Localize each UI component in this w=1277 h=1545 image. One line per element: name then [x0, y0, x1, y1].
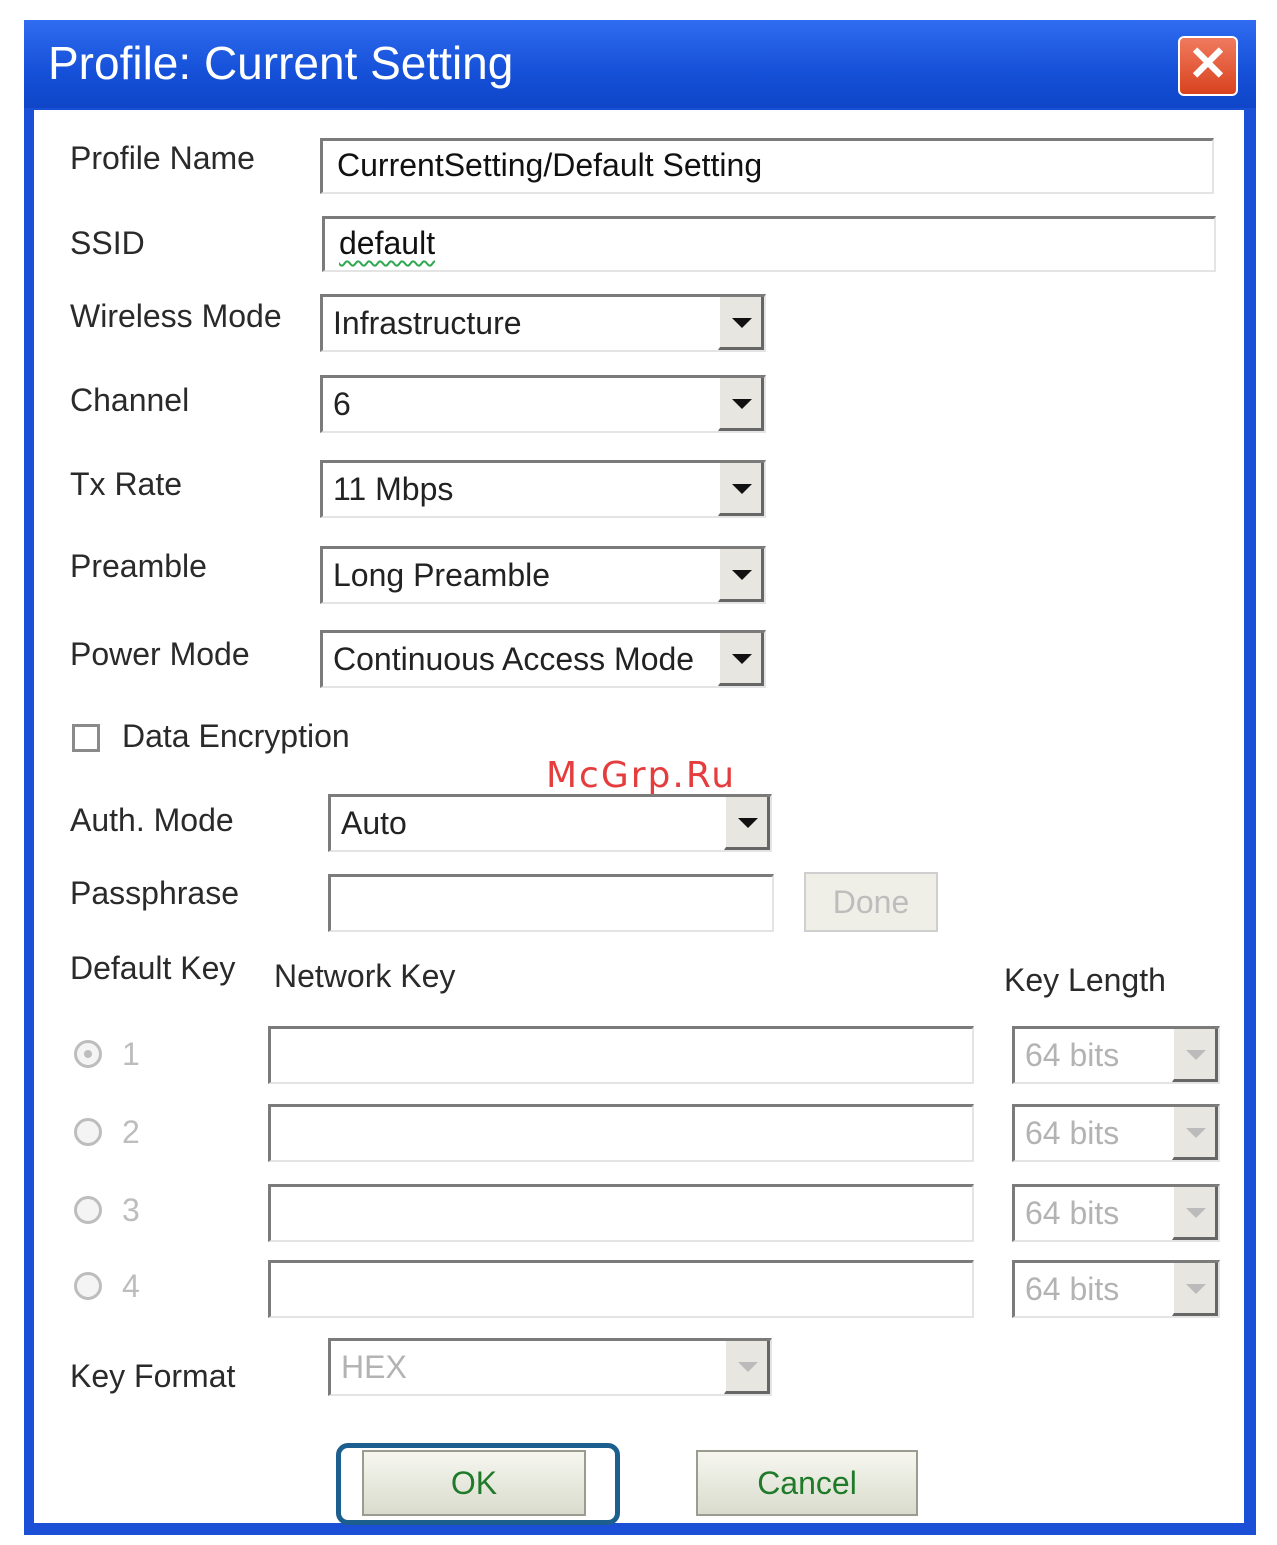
key-length-label: Key Length: [1004, 962, 1166, 998]
default-key-radio-label-1: 1: [122, 1036, 140, 1072]
key-length-value-1: 64 bits: [1025, 1037, 1120, 1073]
auth-mode-label: Auth. Mode: [70, 802, 234, 838]
close-button[interactable]: ✕: [1178, 36, 1238, 96]
ssid-input[interactable]: default: [322, 216, 1216, 272]
watermark: McGrp.Ru: [546, 755, 737, 796]
tx-rate-value: 11 Mbps: [333, 471, 454, 507]
preamble-value: Long Preamble: [333, 557, 551, 593]
power-mode-value: Continuous Access Mode: [333, 641, 695, 677]
auth-mode-select[interactable]: Auto: [328, 794, 772, 852]
default-key-radio-3[interactable]: [74, 1196, 102, 1224]
key-length-value-2: 64 bits: [1025, 1115, 1120, 1151]
passphrase-input[interactable]: [328, 874, 774, 932]
network-key-label: Network Key: [274, 958, 456, 994]
default-key-radio-2[interactable]: [74, 1118, 102, 1146]
dialog-title: Profile: Current Setting: [48, 37, 514, 89]
channel-select[interactable]: 6: [320, 375, 766, 433]
ssid-label: SSID: [70, 225, 145, 261]
done-button[interactable]: Done: [804, 872, 938, 932]
profile-name-label: Profile Name: [70, 140, 255, 176]
key-length-select-1[interactable]: 64 bits: [1012, 1026, 1220, 1084]
ssid-value: default: [339, 225, 436, 261]
cancel-button[interactable]: Cancel: [696, 1450, 918, 1516]
network-key-input-1[interactable]: [268, 1026, 974, 1084]
passphrase-label: Passphrase: [70, 875, 239, 911]
chevron-down-icon[interactable]: [724, 797, 770, 850]
wireless-mode-value: Infrastructure: [333, 305, 522, 341]
default-key-radio-4[interactable]: [74, 1272, 102, 1300]
default-key-radio-1[interactable]: [74, 1040, 102, 1068]
default-key-radio-label-4: 4: [122, 1268, 140, 1304]
key-length-select-2[interactable]: 64 bits: [1012, 1104, 1220, 1162]
power-mode-label: Power Mode: [70, 636, 250, 672]
power-mode-select[interactable]: Continuous Access Mode: [320, 630, 766, 688]
chevron-down-icon[interactable]: [1172, 1029, 1218, 1082]
key-length-select-3[interactable]: 64 bits: [1012, 1184, 1220, 1242]
chevron-down-icon[interactable]: [724, 1341, 770, 1394]
default-key-radio-label-2: 2: [122, 1114, 140, 1150]
preamble-select[interactable]: Long Preamble: [320, 546, 766, 604]
network-key-input-4[interactable]: [268, 1260, 974, 1318]
key-length-value-3: 64 bits: [1025, 1195, 1120, 1231]
wireless-mode-select[interactable]: Infrastructure: [320, 294, 766, 352]
ok-highlight-frame: [336, 1443, 620, 1525]
default-key-label: Default Key: [70, 950, 236, 986]
data-encryption-checkbox[interactable]: [72, 724, 100, 752]
channel-value: 6: [333, 386, 351, 422]
preamble-label: Preamble: [70, 548, 207, 584]
key-length-select-4[interactable]: 64 bits: [1012, 1260, 1220, 1318]
profile-name-input[interactable]: CurrentSetting/Default Setting: [320, 138, 1214, 194]
network-key-input-2[interactable]: [268, 1104, 974, 1162]
tx-rate-label: Tx Rate: [70, 466, 183, 502]
chevron-down-icon[interactable]: [1172, 1107, 1218, 1160]
key-format-value: HEX: [341, 1349, 407, 1385]
key-format-select[interactable]: HEX: [328, 1338, 772, 1396]
chevron-down-icon[interactable]: [718, 378, 764, 431]
channel-label: Channel: [70, 382, 190, 418]
chevron-down-icon[interactable]: [718, 297, 764, 350]
chevron-down-icon[interactable]: [718, 633, 764, 686]
chevron-down-icon[interactable]: [1172, 1263, 1218, 1316]
auth-mode-value: Auto: [341, 805, 407, 841]
wireless-mode-label: Wireless Mode: [70, 298, 282, 334]
chevron-down-icon[interactable]: [718, 549, 764, 602]
tx-rate-select[interactable]: 11 Mbps: [320, 460, 766, 518]
title-bar[interactable]: Profile: Current Setting ✕: [24, 20, 1256, 108]
key-format-label: Key Format: [70, 1358, 236, 1394]
network-key-input-3[interactable]: [268, 1184, 974, 1242]
chevron-down-icon[interactable]: [1172, 1187, 1218, 1240]
key-length-value-4: 64 bits: [1025, 1271, 1120, 1307]
chevron-down-icon[interactable]: [718, 463, 764, 516]
data-encryption-label: Data Encryption: [122, 718, 350, 754]
default-key-radio-label-3: 3: [122, 1192, 140, 1228]
